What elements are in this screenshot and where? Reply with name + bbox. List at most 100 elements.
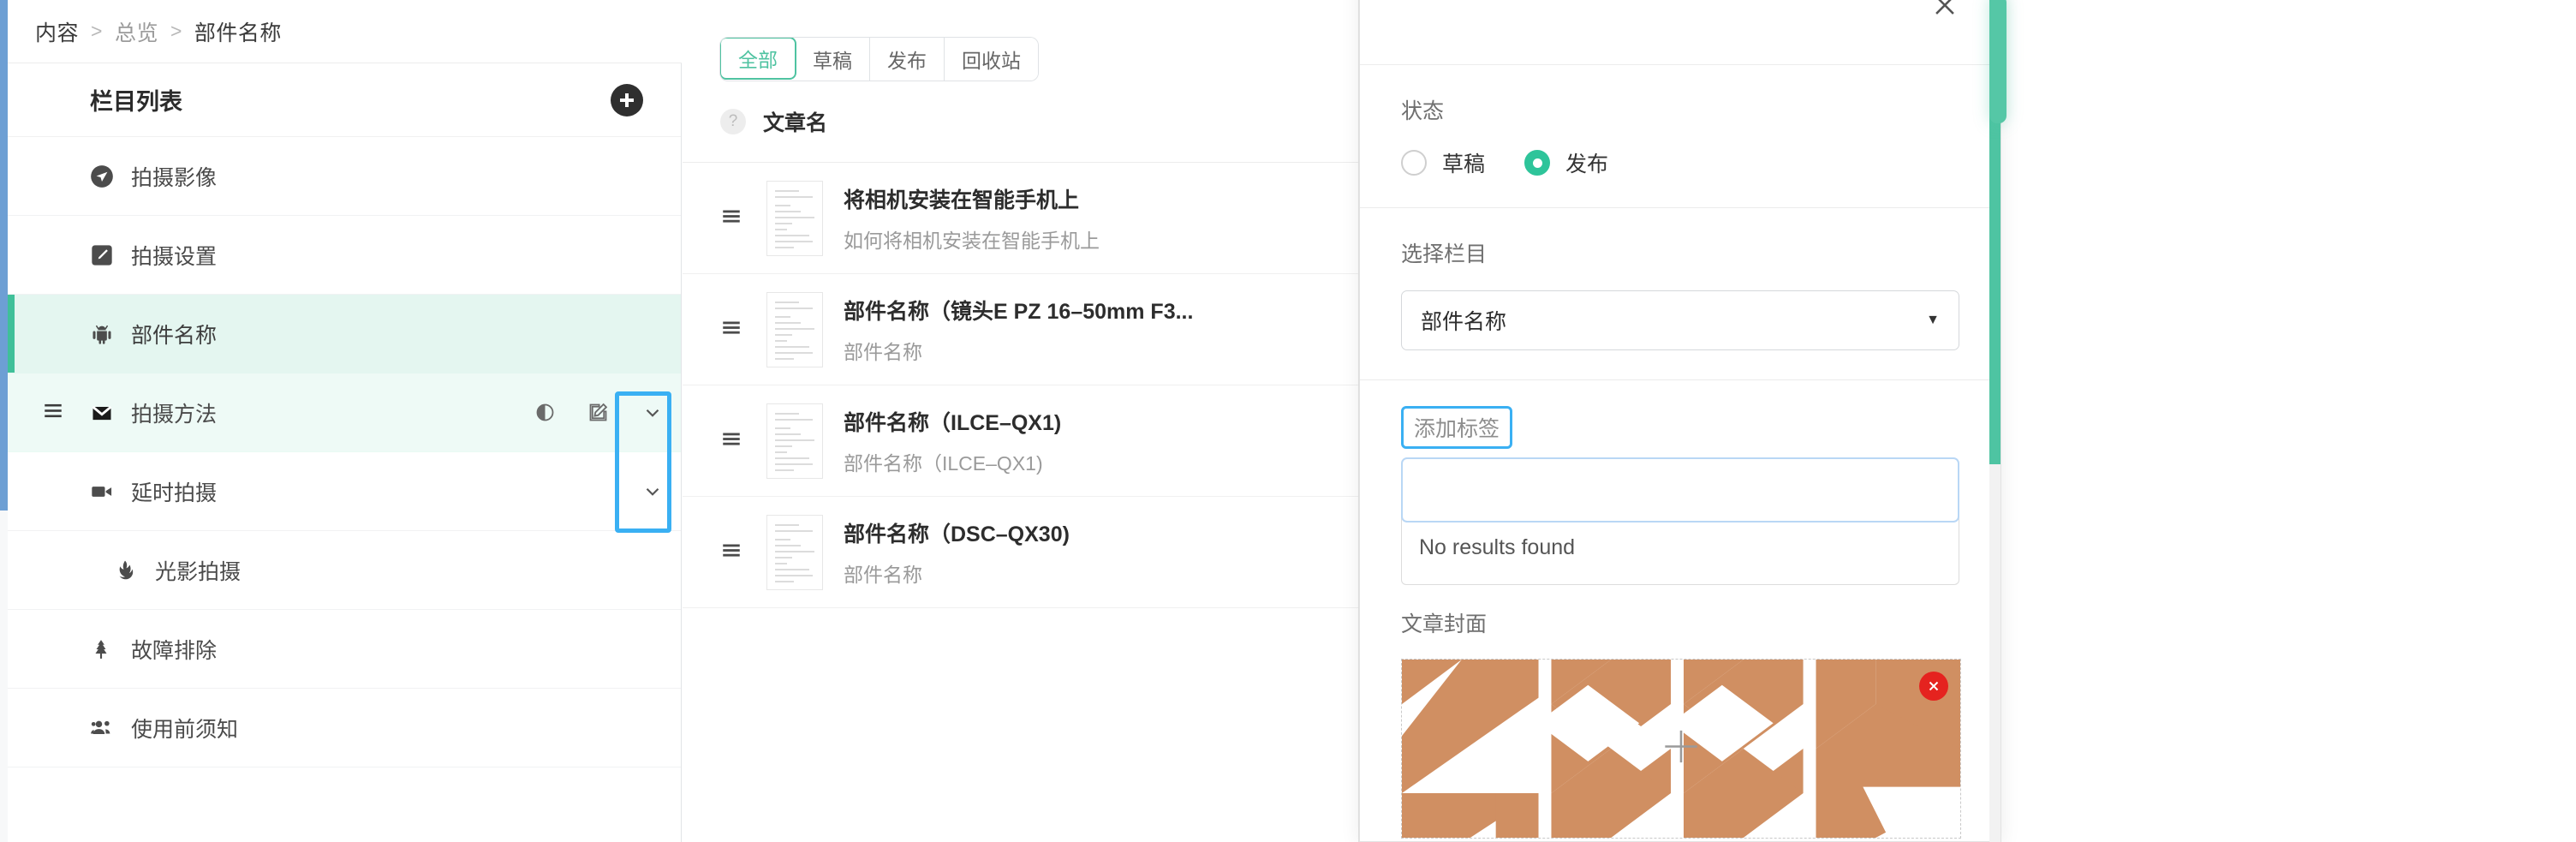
radio-published[interactable]: 发布 [1524, 147, 1608, 178]
sidebar-item-label: 拍摄方法 [131, 397, 217, 428]
article-text: 部件名称（镜头E PZ 16–50mm F3... 部件名称 [844, 295, 1193, 365]
expand-chevron-icon[interactable] [624, 373, 681, 451]
drag-handle-icon[interactable] [42, 399, 64, 426]
article-thumbnail [766, 403, 823, 479]
sidebar-item-shooting-images[interactable]: 拍摄影像 [8, 137, 681, 216]
sidebar-item-part-names[interactable]: 部件名称 [8, 295, 681, 373]
article-subtitle: 部件名称（ILCE–QX1) [844, 447, 1061, 476]
tree-icon [90, 638, 119, 660]
page-scrollbar-track[interactable] [0, 0, 8, 842]
breadcrumb-separator: > [91, 20, 103, 43]
drag-handle-icon[interactable] [720, 427, 742, 454]
sidebar-header: 栏目列表 [8, 63, 681, 137]
cover-label: 文章封面 [1401, 607, 1959, 638]
send-icon [90, 164, 119, 188]
radio-dot-draft [1401, 150, 1427, 176]
article-list-panel: 全部 草稿 发布 回收站 ? 文章名 将相机安装在智能手机上 如何将相机安装在智… [683, 0, 1359, 842]
preview-eye-icon[interactable] [518, 373, 571, 451]
breadcrumb-item-content[interactable]: 内容 [35, 16, 79, 47]
add-tag-chip[interactable]: 添加标签 [1401, 406, 1512, 449]
article-title: 部件名称（ILCE–QX1) [844, 406, 1061, 437]
tag-section: 添加标签 No results found [1360, 380, 2001, 585]
cover-dropzone[interactable] [1401, 659, 1961, 839]
breadcrumb-separator: > [170, 20, 182, 43]
tab-recycle-bin[interactable]: 回收站 [945, 38, 1038, 81]
breadcrumb-item-overview[interactable]: 总览 [115, 16, 158, 47]
expand-chevron-icon[interactable] [624, 452, 681, 530]
edit-square-icon [90, 243, 119, 267]
rebel-icon [114, 559, 143, 582]
sidebar-item-troubleshooting[interactable]: 故障排除 [8, 610, 681, 689]
sidebar-item-shooting-settings[interactable]: 拍摄设置 [8, 216, 681, 295]
article-title: 将相机安装在智能手机上 [844, 183, 1100, 214]
help-icon[interactable]: ? [720, 109, 746, 134]
drawer-header [1360, 0, 2001, 65]
article-thumbnail [766, 181, 823, 256]
table-row[interactable]: 将相机安装在智能手机上 如何将相机安装在智能手机上 [683, 163, 1358, 274]
sidebar-item-before-use[interactable]: 使用前须知 [8, 689, 681, 767]
column-select-value: 部件名称 [1421, 305, 1506, 336]
article-title: 部件名称（镜头E PZ 16–50mm F3... [844, 295, 1193, 325]
breadcrumb-item-current: 部件名称 [194, 16, 282, 47]
sidebar-item-shooting-methods[interactable]: 拍摄方法 [8, 373, 681, 452]
article-subtitle: 如何将相机安装在智能手机上 [844, 224, 1100, 254]
edit-icon[interactable] [571, 373, 624, 451]
column-header-article-name: 文章名 [763, 106, 827, 137]
radio-draft[interactable]: 草稿 [1401, 147, 1485, 178]
tab-published[interactable]: 发布 [870, 38, 945, 81]
sidebar-item-timelapse[interactable]: 延时拍摄 [8, 452, 681, 531]
users-icon [90, 716, 119, 740]
article-list-header: ? 文章名 [683, 81, 1358, 163]
article-subtitle: 部件名称 [844, 336, 1193, 365]
page-scrollbar-thumb[interactable] [0, 0, 8, 511]
drawer-scrollbar-handle[interactable] [1989, 0, 2007, 123]
sidebar-item-actions [518, 373, 681, 451]
article-thumbnail [766, 292, 823, 367]
table-row[interactable]: 部件名称（DSC–QX30) 部件名称 [683, 497, 1358, 608]
envelope-icon [90, 401, 119, 425]
tag-input[interactable] [1401, 457, 1959, 523]
plus-icon [617, 90, 637, 110]
app-root: 内容 > 总览 > 部件名称 栏目列表 拍摄影像 [0, 0, 2576, 842]
article-filter-tabs: 全部 草稿 发布 回收站 [720, 38, 1038, 81]
chevron-down-icon: ▼ [1926, 313, 1940, 328]
column-select-label: 选择栏目 [1401, 237, 1959, 268]
status-section: 状态 草稿 发布 [1360, 65, 2001, 208]
drag-handle-icon[interactable] [720, 205, 742, 231]
sidebar-item-label: 拍摄设置 [131, 240, 217, 271]
sidebar-item-light-shadow[interactable]: 光影拍摄 [8, 531, 681, 610]
sidebar-item-label: 使用前须知 [131, 713, 238, 743]
table-row[interactable]: 部件名称（ILCE–QX1) 部件名称（ILCE–QX1) [683, 385, 1358, 497]
tab-all[interactable]: 全部 [720, 38, 796, 80]
breadcrumb: 内容 > 总览 > 部件名称 [8, 0, 682, 63]
column-select[interactable]: 部件名称 ▼ [1401, 290, 1959, 350]
article-subtitle: 部件名称 [844, 558, 1070, 588]
article-text: 部件名称（DSC–QX30) 部件名称 [844, 517, 1070, 588]
radio-dot-published [1524, 150, 1550, 176]
page-background-right [2008, 0, 2576, 842]
radio-label-draft: 草稿 [1442, 147, 1485, 178]
article-edit-drawer: 状态 草稿 发布 选择栏目 部件名称 ▼ 添加标签 [1359, 0, 2001, 842]
sidebar-item-label: 拍摄影像 [131, 161, 217, 192]
table-row[interactable]: 部件名称（镜头E PZ 16–50mm F3... 部件名称 [683, 274, 1358, 385]
article-text: 将相机安装在智能手机上 如何将相机安装在智能手机上 [844, 183, 1100, 254]
tab-draft[interactable]: 草稿 [796, 38, 870, 81]
add-column-button[interactable] [611, 84, 643, 116]
video-camera-icon [90, 480, 119, 504]
drawer-scrollbar-track[interactable] [1989, 0, 2001, 842]
radio-label-published: 发布 [1565, 147, 1608, 178]
tag-no-results: No results found [1419, 535, 1575, 559]
android-icon [90, 322, 119, 346]
drag-handle-icon[interactable] [720, 539, 742, 565]
column-select-section: 选择栏目 部件名称 ▼ [1360, 208, 2001, 380]
sidebar-item-actions [624, 452, 681, 530]
sidebar-title: 栏目列表 [90, 83, 182, 116]
drag-handle-icon[interactable] [720, 316, 742, 343]
article-title: 部件名称（DSC–QX30) [844, 517, 1070, 548]
upload-plus-icon[interactable] [1657, 723, 1705, 775]
remove-cover-button[interactable] [1919, 672, 1948, 701]
close-icon[interactable] [1930, 0, 1959, 24]
sidebar-item-empty [8, 767, 681, 842]
status-label: 状态 [1401, 94, 1959, 125]
sidebar-item-label: 延时拍摄 [131, 476, 217, 507]
